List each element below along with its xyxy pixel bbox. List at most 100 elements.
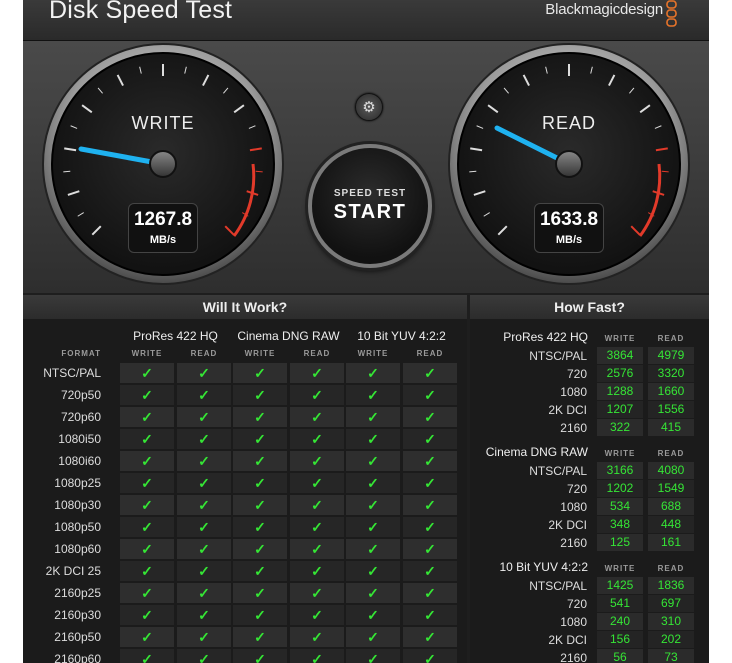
gauge-area: WRITE 1267.8 MB/s READ 1633.8 MB/s ⚙ SPE… — [23, 41, 709, 293]
resolution-label: NTSC/PAL — [529, 579, 587, 593]
write-fps-value: 1425 — [597, 577, 643, 594]
read-fps-value: 415 — [648, 419, 694, 436]
read-value: 1633.8 — [539, 209, 599, 230]
compatibility-check-cell: ✓ — [290, 451, 344, 471]
compatibility-check-cell: ✓ — [177, 451, 231, 471]
compatibility-check-cell: ✓ — [177, 385, 231, 405]
format-row-label: 720p50 — [60, 388, 101, 402]
compatibility-check-cell: ✓ — [403, 407, 457, 427]
read-label: READ — [541, 113, 596, 133]
format-row-label: 1080p60 — [54, 542, 101, 556]
write-column-header: WRITE — [604, 564, 636, 573]
write-fps-value: 125 — [597, 534, 643, 551]
start-button[interactable]: SPEED TEST START — [308, 144, 432, 268]
resolution-label: NTSC/PAL — [529, 349, 587, 363]
compatibility-check-cell: ✓ — [233, 473, 287, 493]
write-label: WRITE — [131, 113, 195, 133]
compatibility-check-cell: ✓ — [120, 451, 174, 471]
compatibility-check-cell: ✓ — [233, 363, 287, 383]
compatibility-check-cell: ✓ — [346, 561, 400, 581]
compatibility-check-cell: ✓ — [290, 473, 344, 493]
compatibility-check-cell: ✓ — [120, 429, 174, 449]
compatibility-check-cell: ✓ — [120, 407, 174, 427]
write-fps-value: 534 — [597, 498, 643, 515]
compatibility-check-cell: ✓ — [403, 539, 457, 559]
resolution-label: 2160 — [560, 651, 587, 663]
window-title: Disk Speed Test — [49, 0, 233, 24]
read-column-header: READ — [190, 349, 218, 358]
write-fps-value: 3864 — [597, 347, 643, 364]
compatibility-check-cell: ✓ — [233, 517, 287, 537]
gear-icon: ⚙ — [362, 99, 376, 116]
read-fps-value: 310 — [648, 613, 694, 630]
compatibility-check-cell: ✓ — [233, 649, 287, 663]
compatibility-check-cell: ✓ — [346, 649, 400, 663]
compatibility-check-cell: ✓ — [233, 429, 287, 449]
compatibility-check-cell: ✓ — [120, 517, 174, 537]
compatibility-check-cell: ✓ — [120, 583, 174, 603]
format-row-label: 2K DCI 25 — [45, 564, 101, 578]
read-column-header: READ — [303, 349, 331, 358]
resolution-label: 2K DCI — [548, 403, 587, 417]
compatibility-check-cell: ✓ — [403, 605, 457, 625]
compatibility-check-cell: ✓ — [346, 429, 400, 449]
compatibility-check-cell: ✓ — [233, 539, 287, 559]
compatibility-check-cell: ✓ — [233, 561, 287, 581]
compatibility-check-cell: ✓ — [120, 363, 174, 383]
read-column-header: READ — [657, 449, 685, 458]
compatibility-check-cell: ✓ — [403, 495, 457, 515]
write-fps-value: 2576 — [597, 365, 643, 382]
compatibility-check-cell: ✓ — [177, 583, 231, 603]
read-fps-value: 4080 — [648, 462, 694, 479]
compatibility-check-cell: ✓ — [177, 429, 231, 449]
resolution-label: 2K DCI — [548, 518, 587, 532]
compatibility-check-cell: ✓ — [177, 649, 231, 663]
settings-button[interactable]: ⚙ — [355, 93, 383, 121]
format-row-label: 1080p25 — [54, 476, 101, 490]
resolution-label: 720 — [566, 597, 587, 611]
read-fps-value: 73 — [648, 649, 694, 663]
write-fps-value: 240 — [597, 613, 643, 630]
write-column-header: WRITE — [604, 334, 636, 343]
gauge-tick — [469, 170, 477, 173]
compatibility-check-cell: ✓ — [290, 539, 344, 559]
compatibility-check-cell: ✓ — [177, 605, 231, 625]
compatibility-check-cell: ✓ — [403, 473, 457, 493]
app-window: Disk Speed Test Blackmagicdesign WRITE 1… — [23, 0, 709, 663]
read-column-header: READ — [416, 349, 444, 358]
start-button-caption: SPEED TEST — [333, 188, 407, 199]
compatibility-check-cell: ✓ — [346, 539, 400, 559]
read-fps-value: 1836 — [648, 577, 694, 594]
compatibility-check-cell: ✓ — [290, 495, 344, 515]
group-header: ProRes 422 HQ — [133, 329, 218, 343]
format-row-label: 1080p50 — [54, 520, 101, 534]
resolution-label: 720 — [566, 367, 587, 381]
section-header: Cinema DNG RAW — [485, 445, 588, 459]
compatibility-check-cell: ✓ — [346, 473, 400, 493]
compatibility-check-cell: ✓ — [403, 451, 457, 471]
compatibility-check-cell: ✓ — [403, 649, 457, 663]
compatibility-check-cell: ✓ — [346, 385, 400, 405]
compatibility-check-cell: ✓ — [177, 495, 231, 515]
format-row-label: 2160p25 — [54, 586, 101, 600]
compatibility-check-cell: ✓ — [346, 517, 400, 537]
gauge-tick — [255, 170, 263, 173]
format-row-label: 720p60 — [60, 410, 101, 424]
read-fps-value: 4979 — [648, 347, 694, 364]
compatibility-check-cell: ✓ — [346, 363, 400, 383]
compatibility-check-cell: ✓ — [120, 561, 174, 581]
group-header: Cinema DNG RAW — [237, 329, 340, 343]
compatibility-check-cell: ✓ — [290, 407, 344, 427]
compatibility-check-cell: ✓ — [290, 429, 344, 449]
format-row-label: 2160p50 — [54, 630, 101, 644]
title-bar: Disk Speed Test Blackmagicdesign — [23, 0, 709, 41]
compatibility-check-cell: ✓ — [177, 627, 231, 647]
resolution-label: 2160 — [560, 421, 587, 435]
format-row-label: NTSC/PAL — [43, 366, 101, 380]
read-fps-value: 697 — [648, 595, 694, 612]
format-row-label: 1080i60 — [58, 454, 101, 468]
compatibility-check-cell: ✓ — [120, 473, 174, 493]
write-fps-value: 322 — [597, 419, 643, 436]
write-fps-value: 56 — [597, 649, 643, 663]
read-unit: MB/s — [555, 234, 583, 246]
